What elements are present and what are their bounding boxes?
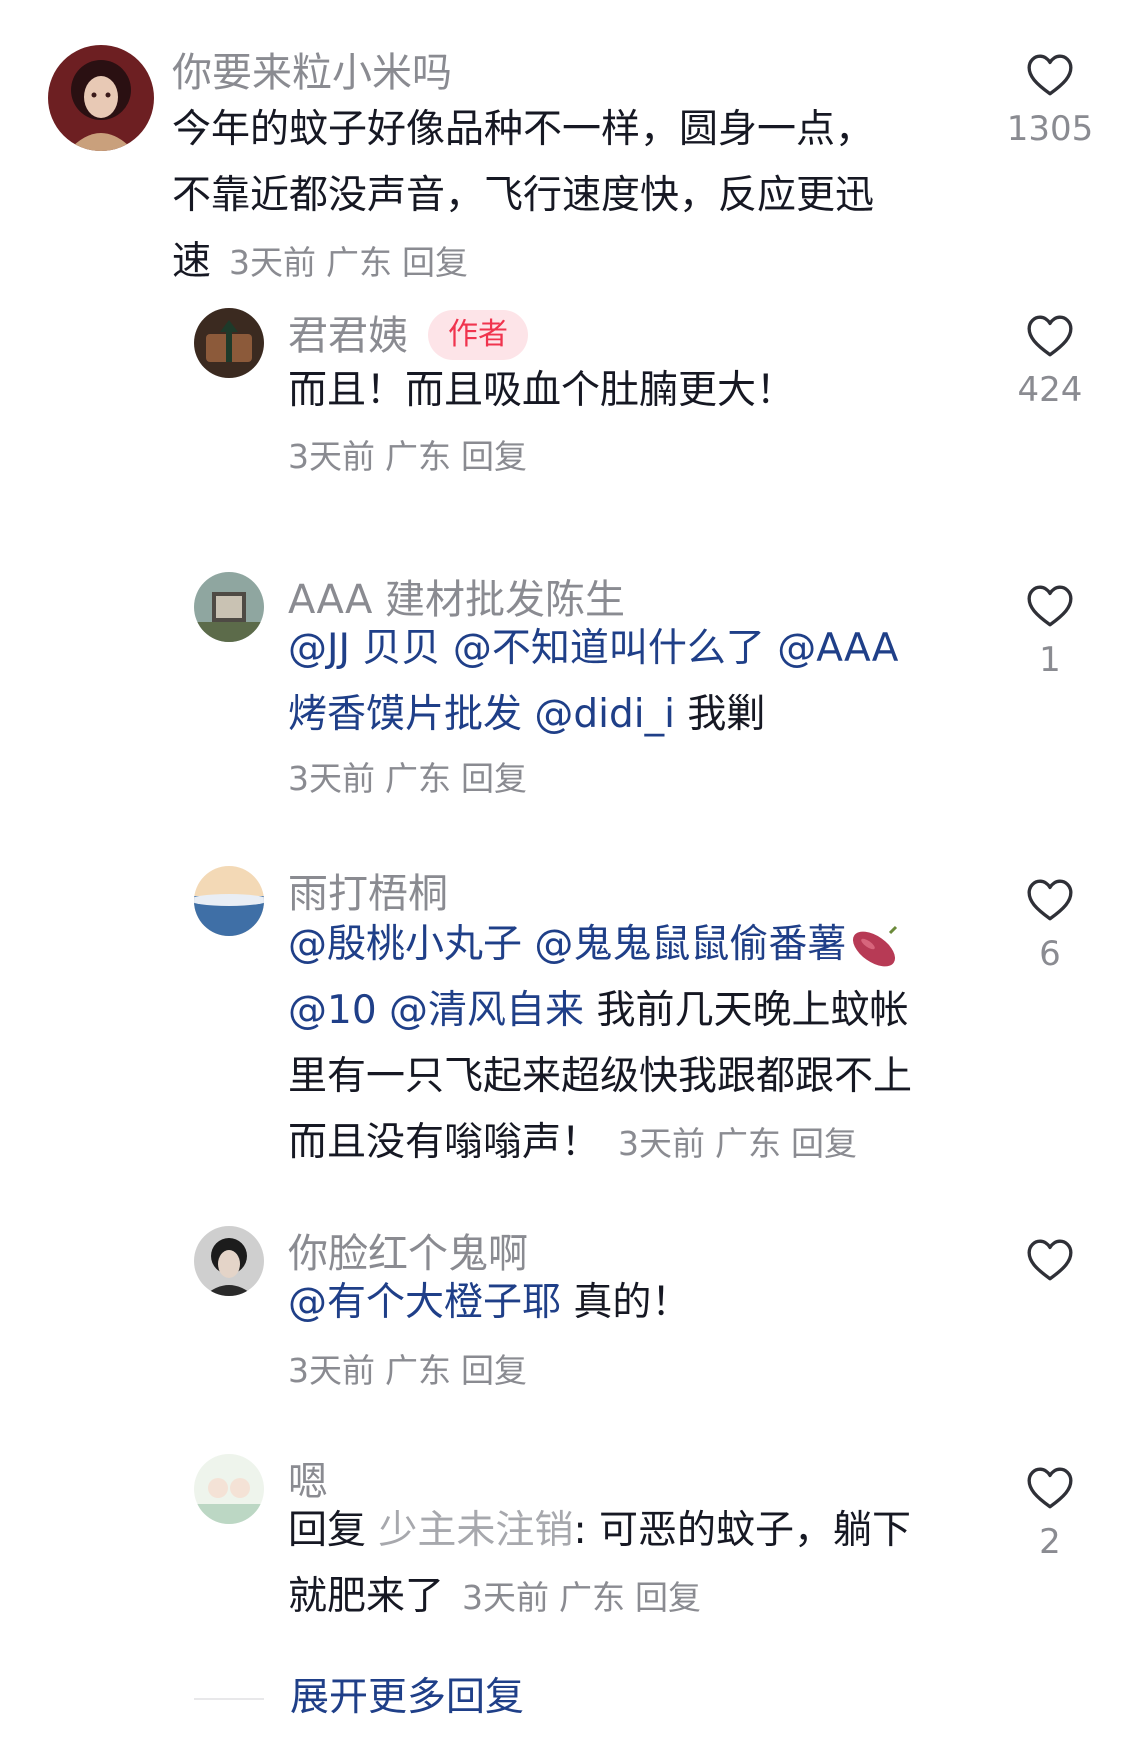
mention-link[interactable]: 烤香馍片批发 (288, 692, 522, 737)
like-button[interactable]: 6 (1000, 876, 1100, 974)
like-count: 1305 (1006, 109, 1094, 149)
avatar[interactable] (194, 1226, 264, 1296)
heart-outline-icon (1025, 876, 1075, 926)
comment-time: 3天前 (288, 437, 375, 476)
heart-outline-icon (1025, 1236, 1075, 1286)
comment-text: 回复 少主未注销: 可恶的蚊子，躺下 就肥来了 3天前 广东 回复 (288, 1508, 911, 1619)
mention-link[interactable]: @didi_i (534, 692, 675, 737)
comment-time: 3天前 (618, 1124, 706, 1163)
like-count: 6 (1039, 934, 1061, 974)
mention-link[interactable]: @鬼鬼鼠鼠偷番薯 (534, 922, 846, 967)
like-button[interactable]: 424 (1000, 312, 1100, 410)
comment-location: 广东 (385, 437, 451, 476)
username[interactable]: 君君姨 (288, 312, 408, 360)
comment-text: 而且！而且吸血个肚腩更大！ (288, 368, 796, 413)
like-button[interactable] (1000, 1236, 1100, 1294)
reply-button[interactable]: 回复 (791, 1124, 857, 1163)
like-count: 1 (1039, 640, 1061, 680)
comment-text: @殷桃小丸子 @鬼鬼鼠鼠偷番薯 @10 @清风自来 我前几天晚上蚊帐 里有一只飞… (288, 922, 913, 1165)
mention-link[interactable]: @殷桃小丸子 (288, 922, 522, 967)
comment-location: 广东 (715, 1124, 782, 1163)
comment-location: 广东 (559, 1578, 626, 1617)
username[interactable]: 雨打梧桐 (288, 870, 448, 918)
comment-text: 今年的蚊子好像品种不一样，圆身一点， 不靠近都没声音，飞行速度快，反应更迅 速3… (172, 107, 875, 284)
comment-time: 3天前 (229, 243, 317, 282)
mention-link[interactable]: @JJ 贝贝 (288, 626, 440, 671)
like-button[interactable]: 1305 (1000, 51, 1100, 149)
comment-meta: 3天前 广东 回复 (288, 1344, 537, 1392)
reply-target-user[interactable]: 少主未注销 (378, 1508, 573, 1553)
comment-location: 广东 (385, 759, 451, 798)
comment-location: 广东 (385, 1351, 451, 1390)
like-count: 424 (1017, 370, 1083, 410)
comment-time: 3天前 (288, 1351, 375, 1390)
comment-meta: 3天前 广东 回复 (288, 752, 537, 800)
divider (194, 1698, 264, 1700)
author-badge: 作者 (428, 310, 528, 360)
avatar[interactable] (194, 572, 264, 642)
comment-meta: 3天前 广东 回复 (288, 430, 537, 478)
sweet-potato-emoji (853, 925, 898, 966)
comment-text: @JJ 贝贝 @不知道叫什么了 @AAA 烤香馍片批发 @didi_i 我剿 (288, 626, 899, 737)
reply-button[interactable]: 回复 (635, 1578, 701, 1617)
heart-outline-icon (1025, 1464, 1075, 1514)
comment-location: 广东 (326, 243, 393, 282)
reply-button[interactable]: 回复 (461, 437, 527, 476)
avatar[interactable] (48, 45, 154, 151)
avatar[interactable] (194, 1454, 264, 1524)
like-button[interactable]: 2 (1000, 1464, 1100, 1562)
username[interactable]: 你要来粒小米吗 (172, 49, 452, 97)
comment-text: @有个大橙子耶 真的！ (288, 1280, 691, 1325)
mention-link[interactable]: @AAA (777, 626, 898, 671)
avatar[interactable] (194, 308, 264, 378)
mention-link[interactable]: @有个大橙子耶 (288, 1280, 561, 1325)
reply-button[interactable]: 回复 (402, 243, 468, 282)
comment-time: 3天前 (462, 1578, 550, 1617)
mention-link[interactable]: @10 (288, 988, 377, 1033)
like-count: 2 (1039, 1522, 1061, 1562)
heart-outline-icon (1025, 312, 1075, 362)
mention-link[interactable]: @清风自来 (389, 988, 584, 1033)
expand-more-replies-button[interactable]: 展开更多回复 (290, 1672, 524, 1724)
reply-button[interactable]: 回复 (461, 759, 527, 798)
heart-outline-icon (1025, 51, 1075, 101)
avatar[interactable] (194, 866, 264, 936)
comment-time: 3天前 (288, 759, 375, 798)
mention-link[interactable]: @不知道叫什么了 (453, 626, 765, 671)
reply-prefix: 回复 (288, 1508, 367, 1553)
reply-button[interactable]: 回复 (461, 1351, 527, 1390)
heart-outline-icon (1025, 582, 1075, 632)
expand-more-row: 展开更多回复 (0, 1668, 1125, 1728)
like-button[interactable]: 1 (1000, 582, 1100, 680)
